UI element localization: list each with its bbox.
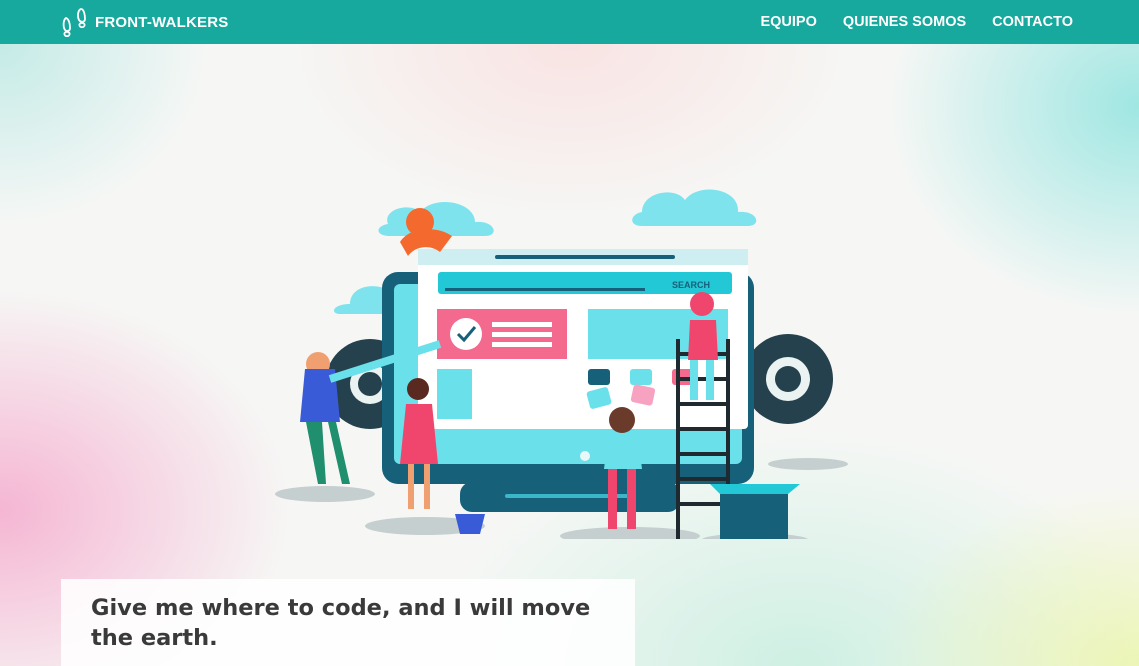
quote-card: Give me where to code, and I will move t… bbox=[61, 579, 635, 666]
hero-quote: Give me where to code, and I will move t… bbox=[91, 595, 591, 651]
nav-link-quienes-somos[interactable]: QUIENES SOMOS bbox=[843, 14, 966, 30]
web-development-team-illustration: SEARCH bbox=[275, 189, 848, 539]
top-navbar: FRONT-WALKERS EQUIPO QUIENES SOMOS CONTA… bbox=[0, 0, 1139, 44]
nav-link-contacto[interactable]: CONTACTO bbox=[992, 14, 1073, 30]
footprints-icon bbox=[62, 8, 86, 37]
nav-link-equipo[interactable]: EQUIPO bbox=[760, 14, 816, 30]
brand-name: FRONT-WALKERS bbox=[95, 13, 229, 31]
hero-section: SEARCH Give me where to code, and I will… bbox=[0, 44, 1139, 666]
main-nav: EQUIPO QUIENES SOMOS CONTACTO bbox=[760, 0, 1073, 44]
brand-logo-link[interactable]: FRONT-WALKERS bbox=[61, 7, 228, 37]
search-label: SEARCH bbox=[672, 280, 710, 290]
